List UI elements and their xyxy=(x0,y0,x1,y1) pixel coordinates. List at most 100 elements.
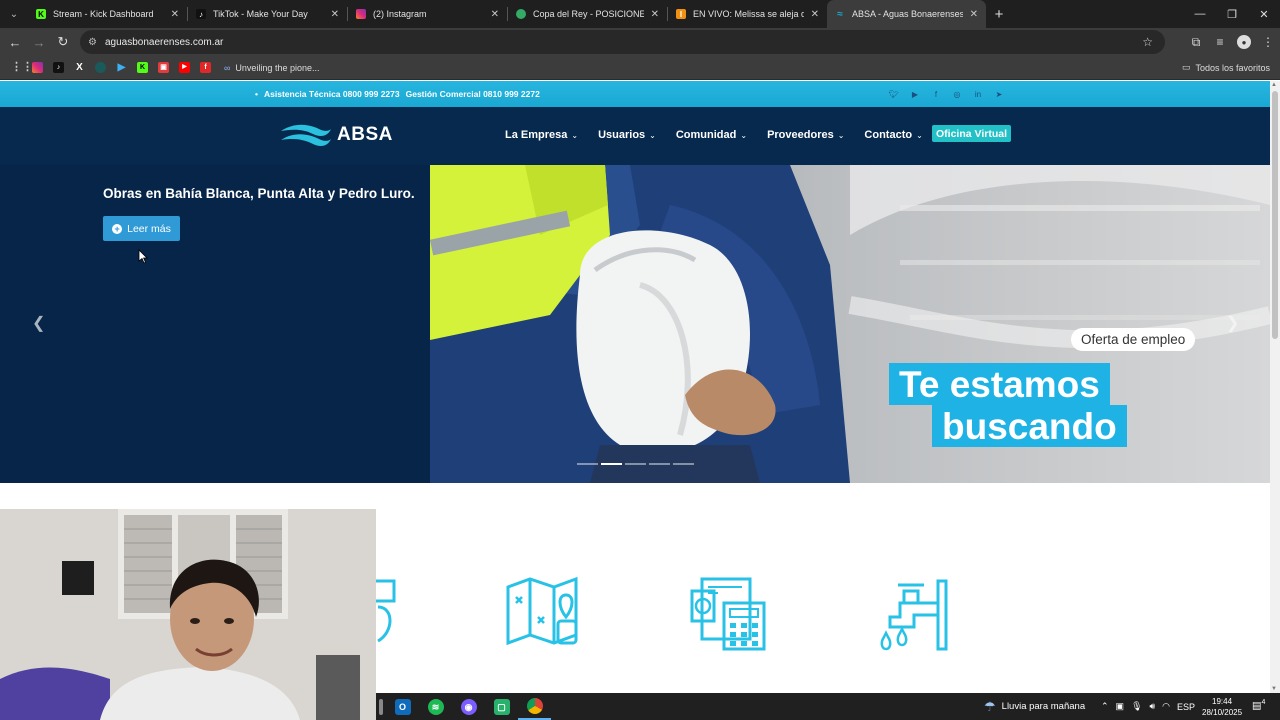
facebook-icon[interactable]: f xyxy=(930,88,942,100)
bookmark-star-icon[interactable]: ☆ xyxy=(1142,35,1153,49)
close-tab-icon[interactable]: ✕ xyxy=(970,9,978,20)
close-window-icon[interactable]: ✕ xyxy=(1248,0,1280,28)
tab-search-button[interactable]: ⌄ xyxy=(0,0,28,28)
rain-cloud-icon: ☂ xyxy=(984,698,996,714)
close-tab-icon[interactable]: ✕ xyxy=(811,9,819,20)
menu-kebab-icon[interactable]: ⋮ xyxy=(1256,35,1280,49)
reload-icon[interactable]: ↻ xyxy=(51,30,75,54)
kick-icon[interactable]: K xyxy=(132,58,153,78)
browser-tab-copa[interactable]: Copa del Rey - POSICIONES, RE ✕ xyxy=(508,0,667,28)
browser-tab-instagram[interactable]: (2) Instagram ✕ xyxy=(348,0,507,28)
menu-contacto[interactable]: Contacto ⌄ xyxy=(864,129,922,141)
close-tab-icon[interactable]: ✕ xyxy=(491,9,499,20)
chevron-down-icon: ⌄ xyxy=(571,130,579,140)
scroll-up-icon[interactable]: ▲ xyxy=(1271,82,1277,88)
media-controls-icon[interactable]: ≡ xyxy=(1208,35,1232,49)
tiktok-icon[interactable]: ♪ xyxy=(48,58,69,78)
main-navigation: ABSA La Empresa ⌄ Usuarios ⌄ Comunidad ⌄ Pr… xyxy=(0,107,1270,165)
carousel-prev-icon[interactable]: ❮ xyxy=(32,313,45,333)
flipboard-icon[interactable]: f xyxy=(195,58,216,78)
browser-tab-tiktok[interactable]: ♪ TikTok - Make Your Day ✕ xyxy=(188,0,347,28)
close-tab-icon[interactable]: ✕ xyxy=(651,9,659,20)
close-tab-icon[interactable]: ✕ xyxy=(171,9,179,20)
plus-circle-icon: + xyxy=(112,223,123,234)
oficina-virtual-button[interactable]: Oficina Virtual xyxy=(932,125,1011,142)
menu-proveedores[interactable]: Proveedores ⌄ xyxy=(767,129,844,141)
windows-taskbar: O ≋ ◉ ▢ ☂ Lluvia para mañana ⌃ ▣ 🎙︎ 🔊︎ ◠… xyxy=(376,693,1280,720)
extensions-icon[interactable]: ⧉ xyxy=(1184,35,1208,50)
map-location-icon[interactable] xyxy=(504,577,582,647)
bookmark-unveiling[interactable]: ∞ Unveiling the pione... xyxy=(224,63,319,73)
discord-icon[interactable]: ◉ xyxy=(452,693,485,720)
bullet: • xyxy=(255,89,258,99)
site-info-icon[interactable]: ⚙ xyxy=(88,37,97,48)
volume-icon[interactable]: 🔊︎ xyxy=(1150,701,1156,712)
linkedin-icon[interactable]: in xyxy=(972,88,984,100)
all-bookmarks-button[interactable]: ▭ Todos los favoritos xyxy=(1182,62,1270,73)
instagram-icon[interactable]: ◎ xyxy=(951,88,963,100)
restore-icon[interactable]: ❐ xyxy=(1216,0,1248,28)
commercial-phone[interactable]: Gestión Comercial 0810 999 2272 xyxy=(406,89,540,99)
carousel-indicator[interactable] xyxy=(601,463,622,465)
carousel-indicator[interactable] xyxy=(673,463,694,465)
notifications-icon[interactable]: ▤4 xyxy=(1252,699,1265,711)
chevron-down-icon: ⌄ xyxy=(837,130,845,140)
spotify-icon[interactable]: ≋ xyxy=(419,693,452,720)
menu-label: La Empresa xyxy=(505,129,568,141)
chrome-icon[interactable] xyxy=(518,693,551,720)
carousel-next-icon[interactable]: ❯ xyxy=(1226,313,1239,333)
scrollbar-thumb[interactable] xyxy=(1272,91,1278,339)
close-tab-icon[interactable]: ✕ xyxy=(331,9,339,20)
x-icon[interactable]: X xyxy=(69,58,90,78)
youtube-icon[interactable]: ▶ xyxy=(174,58,195,78)
carousel-indicator[interactable] xyxy=(625,463,646,465)
play-store-icon[interactable]: ▶ xyxy=(111,58,132,78)
menu-usuarios[interactable]: Usuarios ⌄ xyxy=(598,129,656,141)
chevron-up-icon[interactable]: ⌃ xyxy=(1101,701,1109,712)
menu-label: Usuarios xyxy=(598,129,646,141)
menu-la-empresa[interactable]: La Empresa ⌄ xyxy=(505,129,578,141)
carousel-indicator[interactable] xyxy=(649,463,670,465)
window-controls: — ❐ ✕ xyxy=(1184,0,1280,28)
language-indicator[interactable]: ESP xyxy=(1177,702,1195,712)
twitter-icon[interactable]: 🐦︎ xyxy=(888,88,900,100)
bookmark-site-icon[interactable] xyxy=(90,58,111,78)
tab-title: Copa del Rey - POSICIONES, RE xyxy=(533,9,644,19)
back-icon[interactable]: ← xyxy=(3,30,27,54)
microphone-icon[interactable]: 🎙︎ xyxy=(1131,701,1142,712)
outlook-icon[interactable]: O xyxy=(386,693,419,720)
app-tray-icon[interactable]: ▣ xyxy=(1116,701,1125,712)
youtube-icon[interactable]: ▶ xyxy=(909,88,921,100)
wifi-icon[interactable]: ◠ xyxy=(1162,701,1170,712)
taskbar-app-partial[interactable] xyxy=(376,693,386,720)
telegram-icon[interactable]: ➤ xyxy=(993,88,1005,100)
address-bar[interactable]: ⚙ aguasbonaerenses.com.ar ☆ xyxy=(80,30,1165,54)
leer-mas-button[interactable]: + Leer más xyxy=(103,216,180,241)
page-scrollbar[interactable]: ▲ ▼ xyxy=(1270,81,1280,693)
toolbar-actions: ⧉ ≡ ● ⋮ xyxy=(1184,28,1280,56)
weather-widget[interactable]: ☂ Lluvia para mañana xyxy=(984,693,1085,720)
clock[interactable]: 19:44 28/10/2025 xyxy=(1202,696,1242,718)
tab-title: Stream - Kick Dashboard xyxy=(53,9,154,19)
assist-phone[interactable]: Asistencia Técnica 0800 999 2273 xyxy=(264,89,400,99)
water-faucet-icon[interactable] xyxy=(876,577,952,653)
new-tab-button[interactable]: + xyxy=(986,0,1012,28)
tab-title: ABSA - Aguas Bonaerenses S.A. xyxy=(852,9,963,19)
browser-tab-absa[interactable]: ≈ ABSA - Aguas Bonaerenses S.A. ✕ xyxy=(827,0,986,28)
scroll-down-icon[interactable]: ▼ xyxy=(1271,686,1277,692)
profile-avatar[interactable]: ● xyxy=(1237,35,1251,49)
instagram-icon[interactable] xyxy=(27,58,48,78)
media-icon[interactable]: ▣ xyxy=(153,58,174,78)
minimize-icon[interactable]: — xyxy=(1184,0,1216,28)
browser-tab-news[interactable]: I EN VIVO: Melissa se aleja de Ja ✕ xyxy=(668,0,827,28)
absa-logo[interactable]: ABSA xyxy=(279,121,393,149)
forward-icon[interactable]: → xyxy=(27,30,51,54)
messaging-app-icon[interactable]: ▢ xyxy=(485,693,518,720)
apps-grid-icon[interactable]: ⋮⋮ xyxy=(6,58,33,78)
billing-calculator-icon[interactable] xyxy=(690,577,766,651)
menu-comunidad[interactable]: Comunidad ⌄ xyxy=(676,129,747,141)
browser-tab-kick[interactable]: K Stream - Kick Dashboard ✕ xyxy=(28,0,187,28)
tab-title: EN VIVO: Melissa se aleja de Ja xyxy=(693,9,804,19)
address-text: aguasbonaerenses.com.ar xyxy=(104,36,224,48)
carousel-indicator[interactable] xyxy=(577,463,598,465)
